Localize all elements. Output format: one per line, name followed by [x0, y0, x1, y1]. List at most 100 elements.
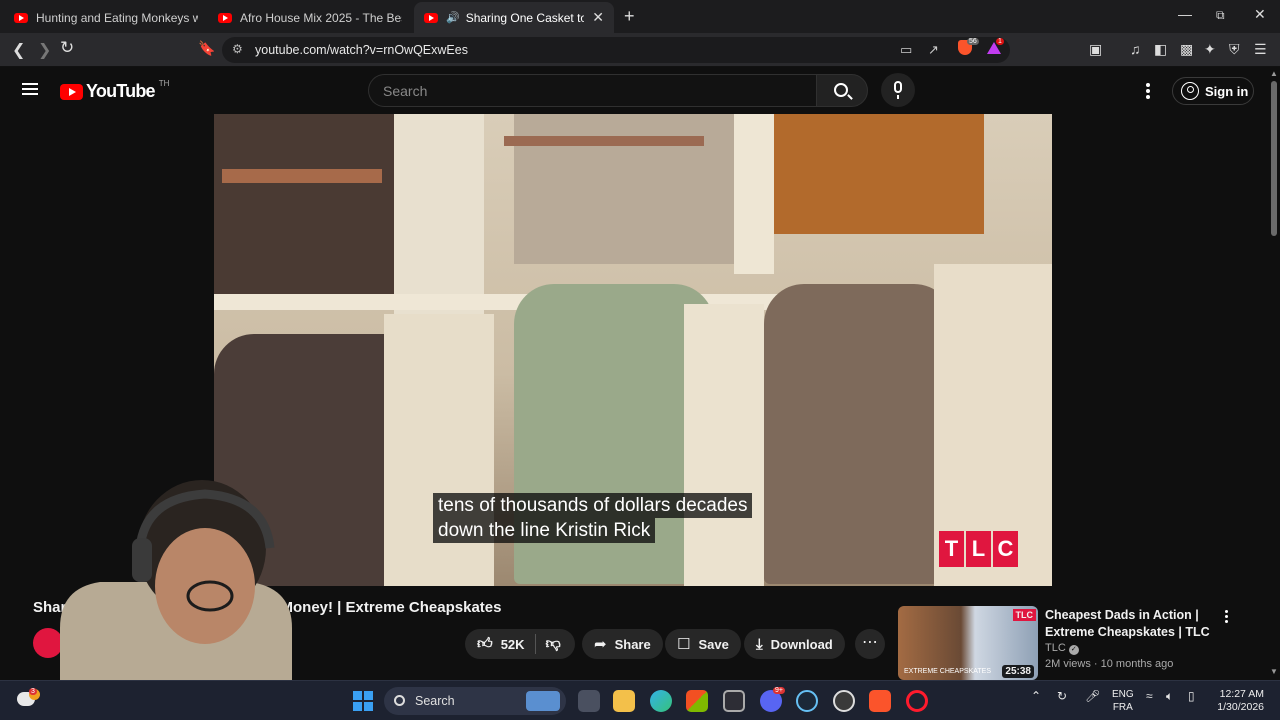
download-label: Download	[770, 636, 833, 652]
youtube-header: YouTube TH Search Sign in	[0, 67, 1268, 114]
menu-icon[interactable]: ☰	[1254, 41, 1267, 58]
thumbnail-tlc-badge: TLC	[1012, 609, 1036, 621]
new-tab-button[interactable]: +	[624, 6, 635, 27]
address-bar[interactable]: ⚙ youtube.com/watch?v=rnOwQExwEes ▭ ↗	[222, 37, 1010, 63]
weather-badge: 3	[29, 688, 37, 695]
sidebar-icon[interactable]: ◧	[1154, 41, 1167, 58]
show-hidden-icons-icon[interactable]: ⌃	[1031, 689, 1041, 703]
shelf-panel	[734, 114, 774, 274]
shields-count-badge: 56	[967, 38, 979, 45]
casket-top-left	[214, 114, 394, 304]
bookmark-icon[interactable]: 🔖	[198, 40, 215, 57]
settings-more-icon[interactable]	[1146, 83, 1150, 101]
thumbnail-caption: EXTREME CHEAPSKATES	[904, 668, 992, 675]
scrollbar-thumb[interactable]	[1271, 81, 1277, 236]
tab-label: Afro House Mix 2025 - The Best of Af	[240, 10, 402, 25]
guide-menu-icon[interactable]	[22, 83, 38, 95]
taskbar-search[interactable]: Search	[384, 687, 566, 715]
task-view-icon[interactable]	[578, 690, 600, 712]
casket-handle	[504, 136, 704, 146]
app-shortcut-icon[interactable]	[723, 690, 745, 712]
more-actions-button[interactable]: ⋯	[855, 629, 885, 659]
tab-label: Sharing One Casket to Save M	[465, 10, 585, 25]
taskbar-search-label: Search	[415, 694, 455, 708]
vpn-icon[interactable]: ⛨	[1229, 41, 1240, 58]
watermark-letter: L	[966, 531, 991, 567]
tab-hunting-monkeys[interactable]: Hunting and Eating Monkeys with a N	[4, 2, 208, 33]
tab-sharing-one-casket[interactable]: 🔊 Sharing One Casket to Save M ✕	[414, 2, 614, 33]
sync-icon[interactable]: ↻	[1057, 689, 1067, 703]
browser-toolbar: ❮ ❯ ↻ 🔖 ⚙ youtube.com/watch?v=rnOwQExwEe…	[0, 33, 1280, 67]
like-count[interactable]: 52K	[501, 637, 525, 652]
save-button[interactable]: ☐ Save	[665, 629, 741, 659]
back-icon[interactable]: ❮	[12, 40, 25, 60]
suggested-more-icon[interactable]	[1225, 610, 1229, 625]
site-settings-icon[interactable]: ⚙	[232, 42, 243, 56]
download-button[interactable]: ⤓ Download	[744, 629, 845, 659]
casket-brown	[764, 284, 954, 584]
page-scrollbar[interactable]: ▲ ▼	[1268, 67, 1280, 680]
language-indicator[interactable]: ENG FRA	[1112, 688, 1134, 714]
volume-icon[interactable]: 🔈︎	[1166, 689, 1173, 704]
start-button[interactable]	[353, 691, 373, 711]
microsoft-store-icon[interactable]	[686, 690, 708, 712]
discord-badge: 9+	[773, 687, 785, 694]
wallet-icon[interactable]: ▩	[1180, 41, 1193, 58]
youtube-play-icon	[60, 83, 83, 100]
like-dislike-group: 👍︎ 52K 👎︎	[465, 629, 575, 659]
account-icon	[1181, 82, 1199, 100]
youtube-favicon-icon	[218, 12, 232, 23]
suggested-channel-name: TLC	[1045, 642, 1066, 654]
music-icon[interactable]: ♫	[1130, 41, 1141, 57]
share-icon[interactable]: ↗	[928, 42, 939, 58]
clock-date: 1/30/2026	[1217, 701, 1264, 713]
close-window-icon[interactable]: ✕	[1254, 6, 1266, 23]
restore-icon[interactable]: ⧉	[1216, 8, 1225, 23]
tab-afro-house-mix[interactable]: Afro House Mix 2025 - The Best of Af	[208, 2, 412, 33]
rewards-count-badge: 1	[996, 38, 1004, 45]
screenshot-icon[interactable]: ▣	[1089, 41, 1102, 58]
shelf-panel	[684, 304, 764, 586]
steam-icon[interactable]	[796, 690, 818, 712]
tab-label: Hunting and Eating Monkeys with a N	[36, 10, 198, 25]
app-running-icon[interactable]	[833, 690, 855, 712]
video-duration: 25:38	[1002, 665, 1034, 678]
voice-search-button[interactable]	[881, 73, 915, 107]
dislike-icon[interactable]: 👎︎	[546, 635, 561, 653]
wifi-icon[interactable]: ≈	[1146, 689, 1153, 703]
forward-icon[interactable]: ❯	[38, 40, 51, 60]
edge-icon[interactable]	[650, 690, 672, 712]
microphone-tray-icon[interactable]: 🎤︎	[1085, 689, 1100, 703]
webcam-face	[155, 528, 255, 644]
leo-ai-icon[interactable]: ✦	[1204, 41, 1216, 58]
search-input[interactable]: Search	[368, 74, 816, 107]
shelf-panel	[384, 314, 494, 586]
scroll-down-icon[interactable]: ▼	[1270, 667, 1278, 676]
suggested-video-thumbnail[interactable]: TLC EXTREME CHEAPSKATES 25:38	[898, 606, 1038, 680]
minimize-icon[interactable]: —	[1178, 6, 1192, 22]
brave-browser-icon[interactable]	[869, 690, 891, 712]
battery-icon[interactable]: ▯	[1188, 689, 1195, 703]
webcam-overlay	[60, 480, 292, 680]
speaker-icon[interactable]: 🔊	[446, 11, 460, 24]
file-explorer-icon[interactable]	[613, 690, 635, 712]
suggested-video-title[interactable]: Cheapest Dads in Action | Extreme Cheaps…	[1045, 607, 1215, 641]
youtube-logo[interactable]: YouTube TH	[60, 79, 169, 102]
opera-icon[interactable]	[906, 690, 928, 712]
close-tab-icon[interactable]: ✕	[592, 9, 604, 26]
weather-widget-icon[interactable]: 3	[15, 688, 40, 711]
sign-in-button[interactable]: Sign in	[1172, 77, 1254, 105]
search-button[interactable]	[816, 74, 868, 107]
suggested-channel[interactable]: TLC ✓	[1045, 642, 1079, 655]
system-clock[interactable]: 12:27 AM 1/30/2026	[1212, 688, 1264, 714]
suggested-views: 2M views	[1045, 658, 1091, 670]
scroll-up-icon[interactable]: ▲	[1270, 69, 1278, 78]
logo-text: YouTube	[86, 81, 156, 101]
caption-line-1: tens of thousands of dollars decades	[433, 493, 753, 518]
like-icon[interactable]: 👍︎	[477, 635, 493, 653]
share-button[interactable]: ➦ Share	[582, 629, 663, 659]
save-label: Save	[698, 636, 729, 652]
cast-icon[interactable]: ▭	[900, 42, 912, 58]
watermark-letter: T	[939, 531, 964, 567]
reload-icon[interactable]: ↻	[60, 38, 74, 58]
